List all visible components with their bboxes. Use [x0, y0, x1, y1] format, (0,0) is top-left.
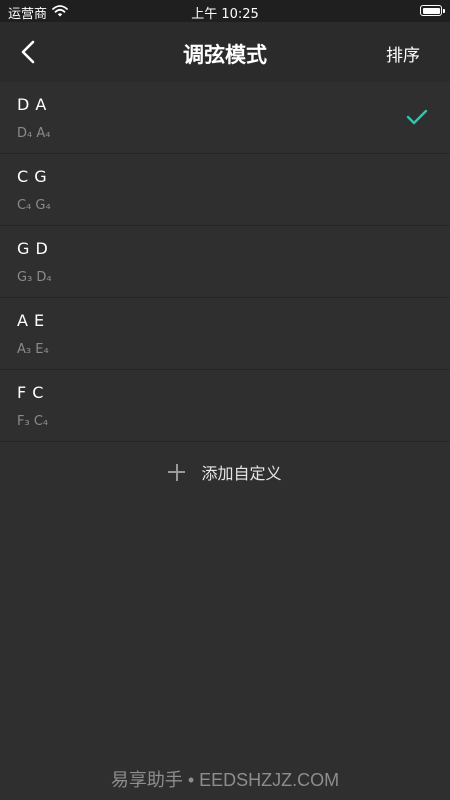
tuning-list: D A D₄ A₄ C G C₄ G₄ G D G₃ D₄ A E A₃ E₄ … — [0, 82, 450, 442]
tuning-notes: D₄ A₄ — [17, 126, 51, 141]
tuning-notes: C₄ G₄ — [17, 198, 51, 213]
tuning-name: F C — [17, 383, 44, 402]
tuning-name: A E — [17, 311, 45, 330]
battery-icon — [420, 5, 445, 16]
add-custom-label: 添加自定义 — [201, 464, 282, 483]
tuning-row[interactable]: G D G₃ D₄ — [0, 226, 450, 298]
watermark: 易享助手 • EEDSHZJZ.COM — [110, 770, 340, 790]
sort-button[interactable]: 排序 — [386, 41, 420, 66]
add-custom-button[interactable]: 添加自定义 — [0, 455, 450, 489]
tuning-row[interactable]: C G C₄ G₄ — [0, 154, 450, 226]
nav-bar: 调弦模式 排序 — [0, 22, 450, 82]
tuning-notes: F₃ C₄ — [17, 414, 49, 429]
plus-icon — [168, 463, 186, 481]
tuning-row[interactable]: A E A₃ E₄ — [0, 298, 450, 370]
tuning-notes: A₃ E₄ — [17, 342, 49, 357]
tuning-row[interactable]: F C F₃ C₄ — [0, 370, 450, 442]
tuning-name: D A — [17, 95, 47, 114]
status-bar: 运营商 上午 10:25 — [0, 0, 450, 22]
tuning-row[interactable]: D A D₄ A₄ — [0, 82, 450, 154]
status-time: 上午 10:25 — [191, 7, 259, 22]
checkmark-icon — [406, 109, 428, 125]
tuning-name: G D — [17, 239, 49, 258]
page-title: 调弦模式 — [183, 43, 267, 67]
tuning-notes: G₃ D₄ — [17, 270, 52, 285]
tuning-name: C G — [17, 167, 48, 186]
